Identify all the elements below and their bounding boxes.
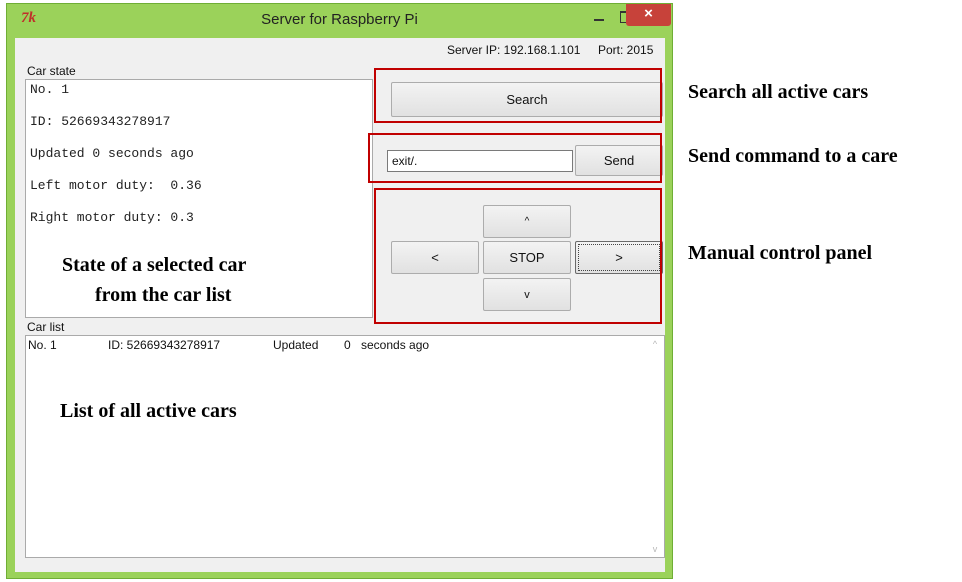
car-state-textbox[interactable]: No. 1 ID: 52669343278917 Updated 0 secon…: [25, 79, 373, 318]
search-annotation-box: [374, 68, 662, 123]
car-number: No. 1: [28, 338, 57, 352]
send-annotation-text: Send command to a care: [688, 145, 898, 167]
minimize-button[interactable]: [587, 8, 611, 30]
close-icon: ×: [644, 5, 653, 22]
state-right-motor: Right motor duty: 0.3: [30, 210, 194, 225]
title-bar[interactable]: 7k Server for Raspberry Pi ×: [7, 4, 672, 36]
car-updated-seconds: 0: [344, 338, 351, 352]
scroll-down-icon[interactable]: v: [648, 544, 662, 554]
state-annotation-line2: from the car list: [95, 284, 232, 306]
car-id: ID: 52669343278917: [108, 338, 221, 352]
list-item[interactable]: No. 1 ID: 52669343278917 Updated 0 secon…: [26, 338, 664, 354]
server-ip-label: Server IP: 192.168.1.101: [447, 43, 581, 57]
window-title: Server for Raspberry Pi: [261, 11, 418, 28]
car-list[interactable]: No. 1 ID: 52669343278917 Updated 0 secon…: [25, 335, 665, 558]
car-updated-label: Updated: [273, 338, 319, 352]
car-list-label: Car list: [27, 320, 65, 334]
state-updated: Updated 0 seconds ago: [30, 146, 194, 161]
search-annotation-text: Search all active cars: [688, 81, 869, 103]
state-number: No. 1: [30, 82, 70, 97]
server-port-label: Port: 2015: [598, 43, 654, 57]
state-annotation-line1: State of a selected car: [62, 254, 247, 276]
car-state-label: Car state: [27, 64, 76, 78]
close-button[interactable]: ×: [626, 4, 671, 26]
scroll-up-icon[interactable]: ^: [648, 339, 662, 349]
list-annotation-text: List of all active cars: [60, 400, 237, 422]
car-updated-suffix: seconds ago: [361, 338, 430, 352]
state-left-motor: Left motor duty: 0.36: [30, 178, 202, 193]
state-id: ID: 52669343278917: [30, 114, 171, 129]
send-annotation-box: [368, 133, 662, 183]
manual-control-annotation-box: [374, 188, 662, 324]
manual-annotation-text: Manual control panel: [688, 242, 873, 264]
